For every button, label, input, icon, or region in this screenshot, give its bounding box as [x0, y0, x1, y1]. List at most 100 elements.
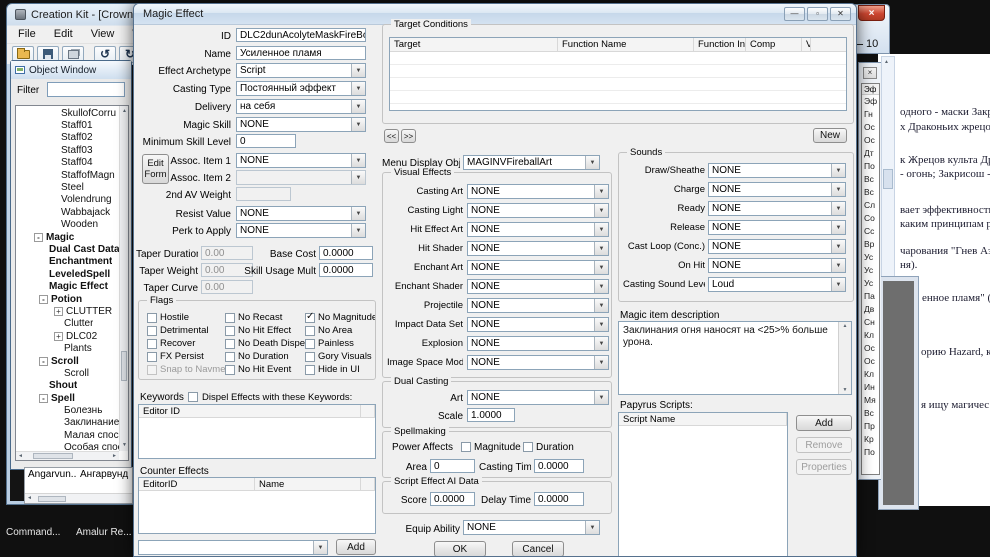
conditions-table[interactable]: TargetFunction NameFunction InfoCompValu…: [389, 37, 847, 111]
chevron-down-icon[interactable]: ▼: [585, 156, 599, 169]
tree-item[interactable]: Staff03: [16, 144, 119, 156]
visual-effect-dropdown[interactable]: NONE▼: [467, 184, 609, 199]
chevron-down-icon[interactable]: ▼: [831, 221, 845, 234]
tree-item[interactable]: - Scroll: [16, 355, 119, 367]
counter-effects-list[interactable]: EditorID Name: [138, 477, 376, 534]
chevron-down-icon[interactable]: ▼: [351, 100, 365, 113]
effects-list-item[interactable]: Вр: [862, 238, 879, 251]
delivery-dropdown[interactable]: на себя▼: [236, 99, 366, 114]
tree-item[interactable]: Magic Effect: [16, 280, 119, 292]
flag-checkbox-item[interactable]: FX Persist: [147, 350, 225, 363]
flag-checkbox-item[interactable]: Recover: [147, 337, 225, 350]
tree-expander-icon[interactable]: -: [39, 357, 48, 366]
effects-list-item[interactable]: Кл: [862, 368, 879, 381]
tree-item[interactable]: Малая способ: [16, 429, 119, 441]
maximize-button[interactable]: ▫: [807, 7, 828, 21]
conditions-column-header[interactable]: Function Info: [694, 38, 746, 51]
ok-button[interactable]: OK: [434, 541, 486, 557]
effect-archetype-dropdown[interactable]: Script▼: [236, 63, 366, 78]
chevron-down-icon[interactable]: ▼: [313, 541, 327, 554]
tree-item[interactable]: Staff01: [16, 119, 119, 131]
casting-time-field[interactable]: 0.0000: [534, 459, 584, 473]
effects-list-item[interactable]: Эф: [862, 95, 879, 108]
visual-effect-dropdown[interactable]: NONE▼: [467, 336, 609, 351]
chevron-down-icon[interactable]: ▼: [594, 223, 608, 236]
skill-usage-field[interactable]: 0.0000: [319, 263, 373, 277]
tree-horizontal-scrollbar[interactable]: ◄ ►: [16, 451, 119, 460]
flag-checkbox-item[interactable]: No Duration: [225, 350, 305, 363]
dual-art-dropdown[interactable]: NONE▼: [467, 390, 609, 405]
effects-list-item[interactable]: Па: [862, 290, 879, 303]
visual-effect-dropdown[interactable]: NONE▼: [467, 260, 609, 275]
tree-item[interactable]: Болезнь: [16, 404, 119, 416]
resist-value-dropdown[interactable]: NONE▼: [236, 206, 366, 221]
counter-column-editorid[interactable]: EditorID: [139, 478, 255, 490]
sound-dropdown[interactable]: NONE▼: [708, 258, 846, 273]
assoc-item1-dropdown[interactable]: NONE▼: [236, 153, 366, 168]
flag-checkbox-item[interactable]: Gory Visuals: [305, 350, 375, 363]
scroll-left-icon[interactable]: ◄: [16, 452, 25, 461]
effects-list-item[interactable]: Дв: [862, 303, 879, 316]
visual-effect-dropdown[interactable]: NONE▼: [467, 279, 609, 294]
effects-list-item[interactable]: Кл: [862, 329, 879, 342]
chevron-down-icon[interactable]: ▼: [831, 202, 845, 215]
tree-item[interactable]: Dual Cast Data: [16, 243, 119, 255]
id-field[interactable]: DLC2dunAcolyteMaskFireBoostEnchE: [236, 28, 366, 42]
chevron-down-icon[interactable]: ▼: [831, 183, 845, 196]
object-window-titlebar[interactable]: Object Window: [11, 61, 131, 79]
effects-list-item[interactable]: Ин: [862, 381, 879, 394]
effects-list-item[interactable]: Ус: [862, 251, 879, 264]
flag-checkbox-item[interactable]: Hide in UI: [305, 363, 375, 376]
tree-vscroll-thumb[interactable]: [121, 351, 127, 381]
conditions-next-button[interactable]: >>: [401, 129, 416, 143]
tree-hscroll-thumb[interactable]: [33, 453, 73, 459]
chevron-down-icon[interactable]: ▼: [351, 224, 365, 237]
effects-list-item[interactable]: Вс: [862, 186, 879, 199]
tree-item[interactable]: Steel: [16, 181, 119, 193]
chevron-down-icon[interactable]: ▼: [594, 204, 608, 217]
flag-checkbox-item[interactable]: No Hit Event: [225, 363, 305, 376]
tree-item[interactable]: + CLUTTER: [16, 305, 119, 317]
conditions-new-button[interactable]: New: [813, 128, 847, 143]
scroll-down-icon[interactable]: ▼: [839, 387, 851, 393]
effects-list-item[interactable]: Ос: [862, 355, 879, 368]
description-box[interactable]: Заклинания огня наносят на <25>% больше …: [618, 321, 852, 395]
chevron-down-icon[interactable]: ▼: [594, 356, 608, 369]
description-scrollbar[interactable]: ▲ ▼: [838, 322, 851, 394]
flag-checkbox-item[interactable]: Painless: [305, 337, 375, 350]
flag-checkbox-item[interactable]: No Recast: [225, 311, 305, 324]
effects-list-item[interactable]: Вс: [862, 173, 879, 186]
tree-item[interactable]: - Potion: [16, 293, 119, 305]
score-field[interactable]: 0.0000: [430, 492, 475, 506]
tree-item[interactable]: StaffofMagn: [16, 169, 119, 181]
chevron-down-icon[interactable]: ▼: [594, 185, 608, 198]
chevron-down-icon[interactable]: ▼: [594, 280, 608, 293]
visual-effect-dropdown[interactable]: NONE▼: [467, 241, 609, 256]
chevron-down-icon[interactable]: ▼: [351, 154, 365, 167]
equip-ability-dropdown[interactable]: NONE▼: [463, 520, 600, 535]
effects-list-item[interactable]: Кр: [862, 433, 879, 446]
effects-list-item[interactable]: Мя: [862, 394, 879, 407]
counter-column-name[interactable]: Name: [255, 478, 361, 490]
chevron-down-icon[interactable]: ▼: [594, 337, 608, 350]
effects-list-item[interactable]: Ос: [862, 134, 879, 147]
chevron-down-icon[interactable]: ▼: [594, 299, 608, 312]
checkbox-icon[interactable]: [225, 313, 235, 323]
checkbox-icon[interactable]: [305, 339, 315, 349]
tree-expander-icon[interactable]: -: [39, 295, 48, 304]
counter-effect-combo[interactable]: ▼: [138, 540, 328, 555]
tree-expander-icon[interactable]: -: [39, 394, 48, 403]
visual-effect-dropdown[interactable]: NONE▼: [467, 203, 609, 218]
tree-item[interactable]: - Magic: [16, 231, 119, 243]
dual-scale-field[interactable]: 1.0000: [467, 408, 515, 422]
tree-item[interactable]: + DLC02: [16, 330, 119, 342]
chevron-down-icon[interactable]: ▼: [831, 240, 845, 253]
dialog-titlebar[interactable]: Magic Effect: [134, 4, 856, 25]
filter-input[interactable]: [47, 82, 125, 97]
effects-list-item[interactable]: Сл: [862, 199, 879, 212]
checkbox-icon[interactable]: [225, 339, 235, 349]
sound-dropdown[interactable]: NONE▼: [708, 220, 846, 235]
checkbox-icon[interactable]: [147, 365, 157, 375]
tree-item[interactable]: Volendrung: [16, 194, 119, 206]
effects-list-item[interactable]: Вс: [862, 407, 879, 420]
